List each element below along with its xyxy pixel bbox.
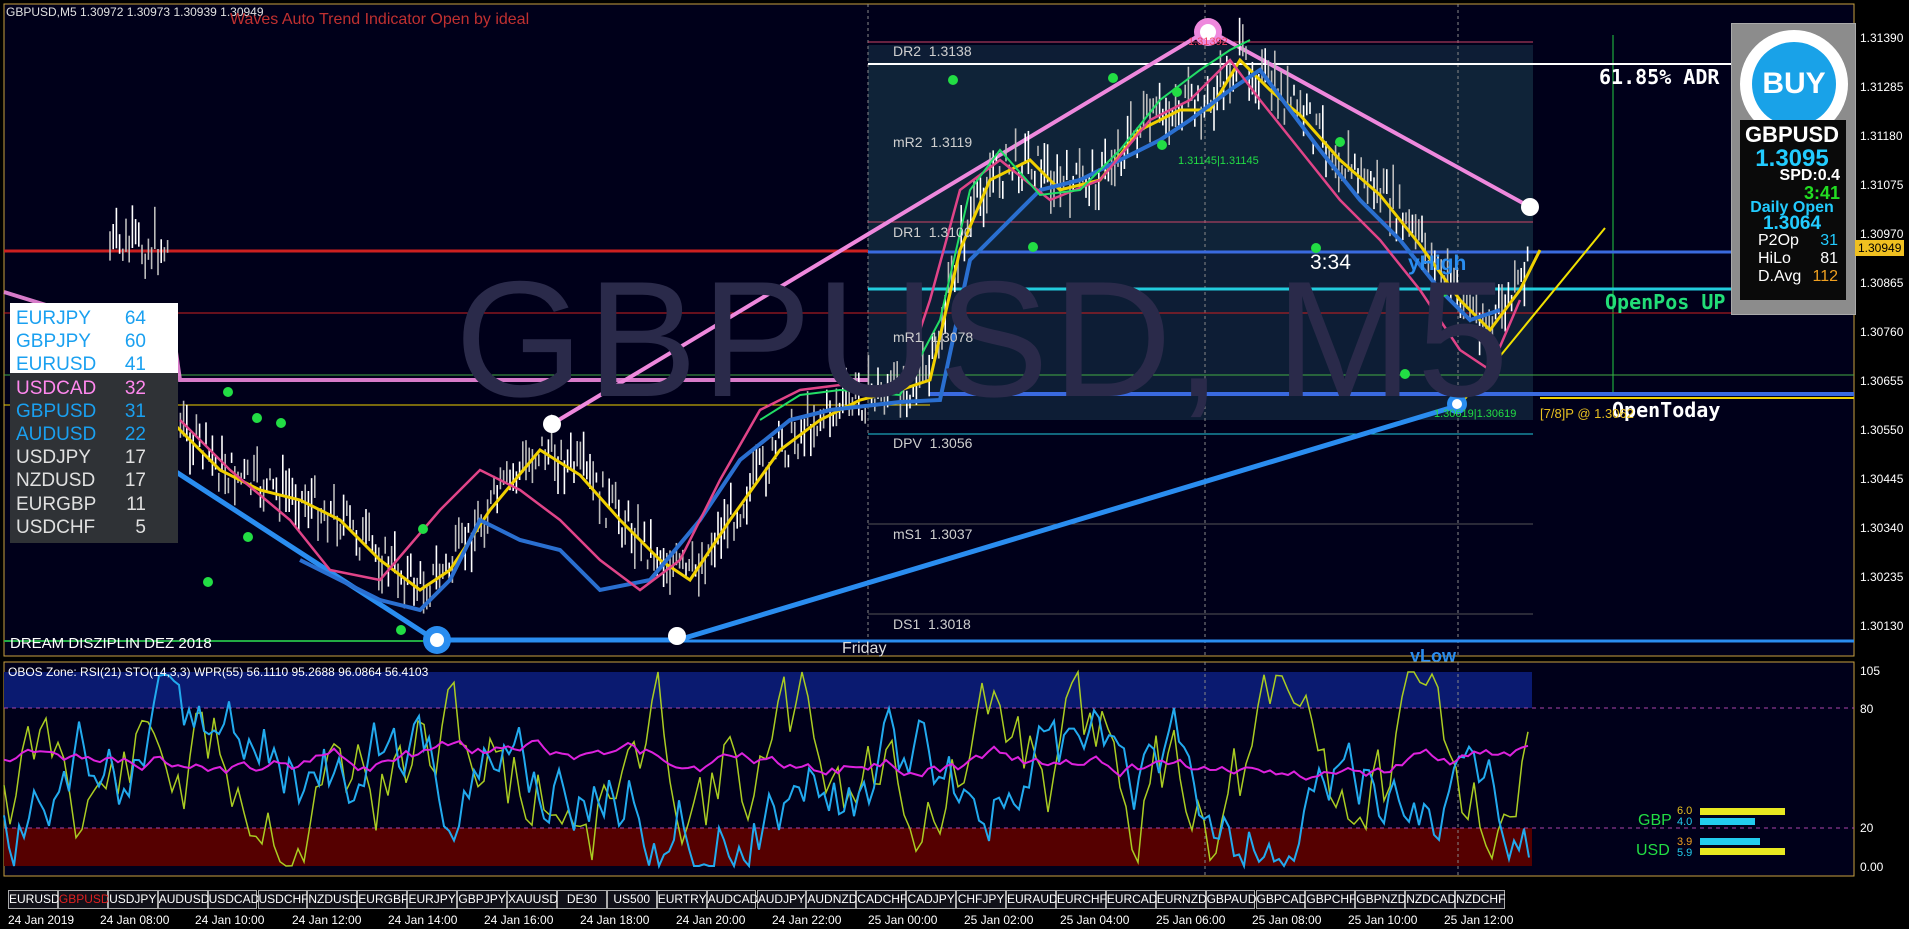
tab-nzdusd[interactable]: NZDUSD — [307, 890, 358, 909]
tab-gbpchf[interactable]: GBPCHF — [1305, 890, 1356, 909]
tab-audjpy[interactable]: AUDJPY — [756, 890, 807, 909]
tab-usdcad[interactable]: USDCAD — [207, 890, 259, 909]
tab-eurjpy[interactable]: EURJPY — [407, 890, 458, 909]
gbp-strength-label: GBP — [1638, 812, 1672, 829]
tab-gbpcad[interactable]: GBPCAD — [1255, 890, 1307, 909]
tab-eurnzd[interactable]: EURNZD — [1155, 890, 1207, 909]
time-tick: 25 Jan 04:00 — [1060, 913, 1130, 927]
time-tick: 24 Jan 08:00 — [100, 913, 170, 927]
tab-xauusd[interactable]: XAUUSD — [507, 890, 558, 909]
gbp-value-2: 4.0 — [1677, 816, 1693, 828]
tab-gbpaud[interactable]: GBPAUD — [1205, 890, 1256, 909]
tab-de30[interactable]: DE30 — [556, 890, 607, 909]
time-tick: 25 Jan 00:00 — [868, 913, 938, 927]
oscillator-window[interactable] — [0, 0, 1909, 929]
time-tick: 25 Jan 08:00 — [1252, 913, 1322, 927]
tab-gbpusd[interactable]: GBPUSD — [57, 890, 110, 909]
tab-audnzd[interactable]: AUDNZD — [806, 890, 857, 909]
tab-gbpjpy[interactable]: GBPJPY — [457, 890, 507, 909]
time-tick: 24 Jan 22:00 — [772, 913, 842, 927]
usd-value-2: 5.9 — [1677, 847, 1693, 859]
tab-audcad[interactable]: AUDCAD — [706, 890, 758, 909]
tab-eurcad[interactable]: EURCAD — [1105, 890, 1157, 909]
osc-level-0: 0.00 — [1860, 860, 1884, 874]
tab-us500[interactable]: US500 — [606, 890, 657, 909]
time-tick: 24 Jan 12:00 — [292, 913, 362, 927]
oscillator-header: OBOS Zone: RSI(21) STO(14,3,3) WPR(55) 5… — [8, 665, 429, 679]
tab-eurusd[interactable]: EURUSD — [8, 890, 60, 909]
time-tick: 24 Jan 20:00 — [676, 913, 746, 927]
tab-cadchf[interactable]: CADCHF — [856, 890, 907, 909]
tab-nzdcad[interactable]: NZDCAD — [1405, 890, 1456, 909]
time-tick: 25 Jan 10:00 — [1348, 913, 1418, 927]
osc-level-80: 80 — [1860, 702, 1874, 716]
time-tick: 24 Jan 10:00 — [195, 913, 265, 927]
osc-level-105: 105 — [1860, 664, 1881, 678]
tab-nzdchf[interactable]: NZDCHF — [1455, 890, 1505, 909]
tab-usdchf[interactable]: USDCHF — [257, 890, 309, 909]
time-tick: 24 Jan 2019 — [8, 913, 75, 927]
tab-euraud[interactable]: EURAUD — [1006, 890, 1058, 909]
time-tick: 25 Jan 06:00 — [1156, 913, 1226, 927]
tab-usdjpy[interactable]: USDJPY — [107, 890, 158, 909]
tab-eurtry[interactable]: EURTRY — [656, 890, 707, 909]
tab-eurchf[interactable]: EURCHF — [1055, 890, 1107, 909]
time-tick: 24 Jan 14:00 — [388, 913, 458, 927]
time-tick: 25 Jan 12:00 — [1444, 913, 1514, 927]
tab-cadjpy[interactable]: CADJPY — [906, 890, 957, 909]
time-tick: 24 Jan 16:00 — [484, 913, 554, 927]
tab-gbpnzd[interactable]: GBPNZD — [1355, 890, 1406, 909]
osc-level-20: 20 — [1860, 821, 1874, 835]
usd-strength-label: USD — [1636, 842, 1670, 859]
time-tick: 25 Jan 02:00 — [964, 913, 1034, 927]
tab-audusd[interactable]: AUDUSD — [157, 890, 209, 909]
tab-chfjpy[interactable]: CHFJPY — [956, 890, 1006, 909]
tab-eurgbp[interactable]: EURGBP — [357, 890, 409, 909]
time-tick: 24 Jan 18:00 — [580, 913, 650, 927]
